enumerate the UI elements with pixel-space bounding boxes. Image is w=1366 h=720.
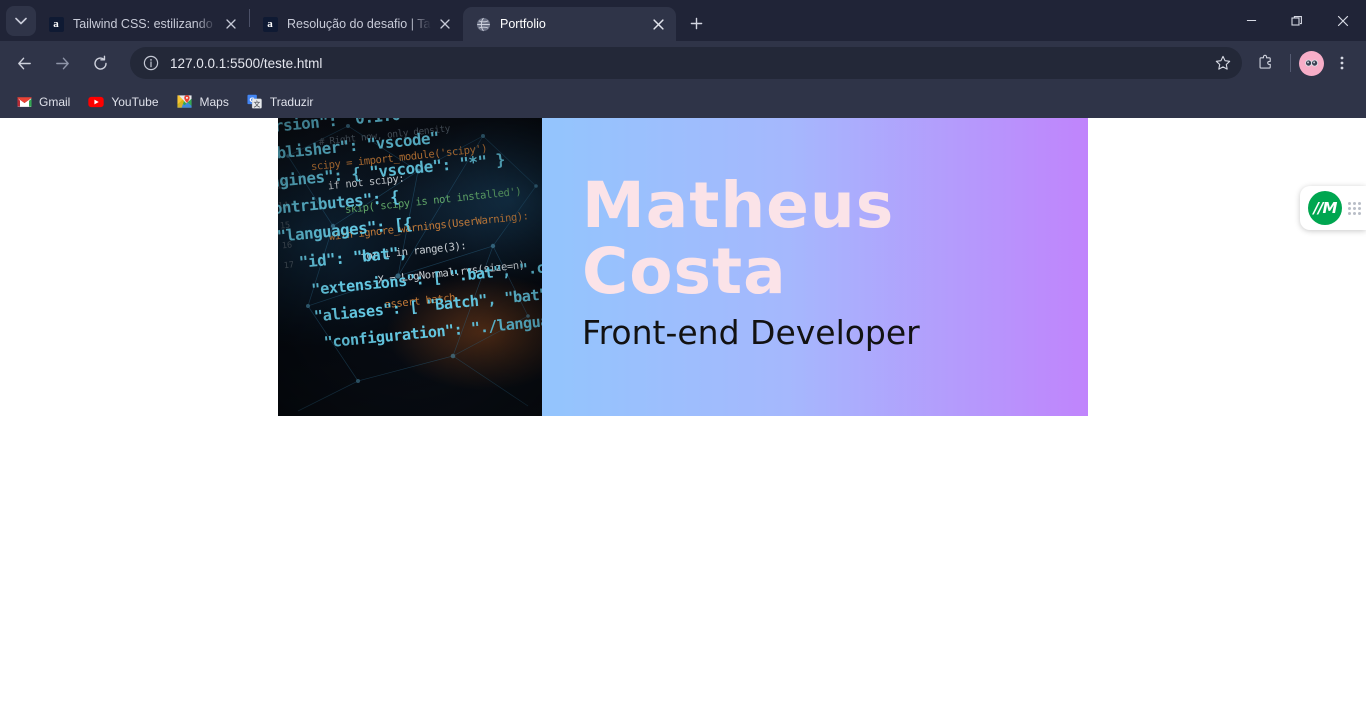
tab-0[interactable]: a Tailwind CSS: estilizando a sua <box>36 7 249 41</box>
drag-handle-icon[interactable] <box>1348 201 1361 215</box>
bookmark-label: YouTube <box>111 94 159 109</box>
profile-card-body: Matheus Costa Front-end Developer <box>542 118 1088 416</box>
profile-role: Front-end Developer <box>582 313 920 353</box>
reload-button[interactable] <box>84 47 116 79</box>
browser-toolbar: 127.0.0.1:5500/teste.html <box>0 41 1366 85</box>
alura-favicon-letter: a <box>262 16 278 32</box>
tab-close-icon[interactable] <box>648 14 668 34</box>
tab-title: Resolução do desafio | Tailwind <box>287 17 431 31</box>
alura-favicon: a <box>48 16 64 32</box>
toolbar-divider <box>1290 54 1291 72</box>
bookmark-maps[interactable]: Maps <box>169 90 237 114</box>
extensions-button[interactable] <box>1250 47 1282 79</box>
photo-vignette <box>278 118 542 416</box>
bookmark-traduzir[interactable]: G 文 Traduzir <box>239 90 322 114</box>
maps-icon <box>177 94 193 110</box>
gmail-icon <box>16 94 32 110</box>
page-viewport: 13 14 15 16 17 # Right now, only density… <box>0 118 1366 720</box>
window-controls <box>1228 0 1366 41</box>
new-tab-button[interactable] <box>682 9 710 37</box>
bookmark-gmail[interactable]: Gmail <box>8 90 78 114</box>
tab-title: Portfolio <box>500 17 546 31</box>
svg-text:文: 文 <box>254 99 261 108</box>
close-button[interactable] <box>1320 0 1366 41</box>
globe-favicon <box>475 16 491 32</box>
browser-window: a Tailwind CSS: estilizando a sua a Reso… <box>0 0 1366 720</box>
restore-button[interactable] <box>1274 0 1320 41</box>
tab-1[interactable]: a Resolução do desafio | Tailwind <box>250 7 463 41</box>
tab-list: a Tailwind CSS: estilizando a sua a Reso… <box>36 0 676 41</box>
tab-search-button[interactable] <box>6 6 36 36</box>
youtube-icon <box>88 94 105 110</box>
floating-widget[interactable]: //M <box>1300 186 1366 230</box>
chrome-menu-button[interactable] <box>1326 47 1358 79</box>
profile-card: 13 14 15 16 17 # Right now, only density… <box>278 118 1088 416</box>
bookmarks-bar: Gmail YouTube Maps 文 Traduzir <box>0 85 1366 118</box>
alura-favicon-letter: a <box>48 16 64 32</box>
tab-title: Tailwind CSS: estilizando a sua <box>73 17 217 31</box>
minimize-button[interactable] <box>1228 0 1274 41</box>
bookmark-youtube[interactable]: YouTube <box>80 90 166 114</box>
tab-strip: a Tailwind CSS: estilizando a sua a Reso… <box>0 0 1366 41</box>
alura-favicon: a <box>262 16 278 32</box>
bookmark-label: Maps <box>199 94 229 109</box>
mercado-livre-badge-icon[interactable]: //M <box>1308 191 1342 225</box>
avatar[interactable] <box>1299 50 1324 76</box>
bookmark-star-icon[interactable] <box>1210 50 1236 76</box>
back-button[interactable] <box>8 47 40 79</box>
translate-icon: G 文 <box>247 94 263 110</box>
tab-2-active[interactable]: Portfolio <box>463 7 676 41</box>
profile-name: Matheus Costa <box>582 169 895 309</box>
forward-button[interactable] <box>46 47 78 79</box>
bookmark-label: Gmail <box>39 94 71 109</box>
url-text[interactable]: 127.0.0.1:5500/teste.html <box>170 56 1210 71</box>
address-bar[interactable]: 127.0.0.1:5500/teste.html <box>130 47 1242 79</box>
bookmark-label: Traduzir <box>269 94 314 109</box>
tab-close-icon[interactable] <box>221 14 241 34</box>
code-photo: 13 14 15 16 17 # Right now, only density… <box>278 118 542 416</box>
tab-close-icon[interactable] <box>435 14 455 34</box>
site-info-icon[interactable] <box>140 52 162 74</box>
